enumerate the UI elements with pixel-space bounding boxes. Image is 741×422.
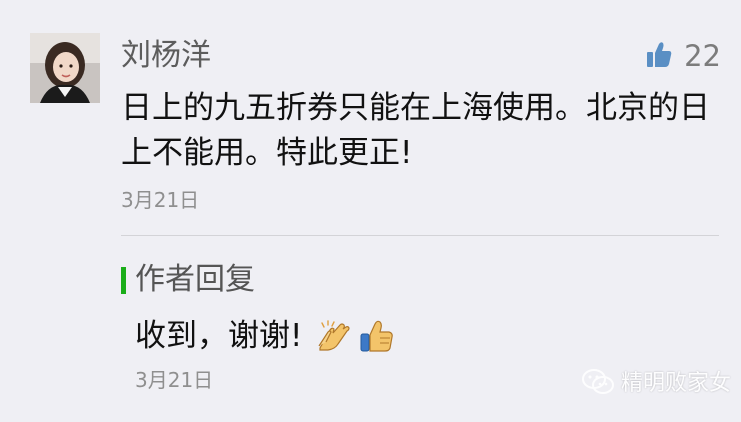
reply-title: 作者回复: [135, 262, 255, 297]
reply-date: 3月21日: [135, 368, 214, 392]
thumbs-up-icon: [358, 318, 394, 354]
like-button[interactable]: 22: [646, 37, 721, 75]
like-count: 22: [684, 39, 721, 73]
divider: [121, 235, 719, 236]
clap-icon: [316, 318, 352, 354]
thumbs-up-icon: [646, 40, 672, 72]
comment-text: 日上的九五折券只能在上海使用。北京的日上不能用。特此更正!: [121, 90, 710, 171]
username[interactable]: 刘杨洋: [121, 36, 211, 76]
watermark-text: 精明败家女: [620, 371, 731, 396]
wechat-icon: [581, 368, 615, 400]
reply-text: 收到，谢谢!: [135, 318, 303, 354]
reply-body: 收到，谢谢!: [135, 314, 394, 358]
watermark: 精明败家女: [581, 366, 731, 402]
avatar[interactable]: [30, 33, 100, 103]
comment-date: 3月21日: [121, 188, 200, 212]
reply-accent-bar: [121, 267, 126, 294]
